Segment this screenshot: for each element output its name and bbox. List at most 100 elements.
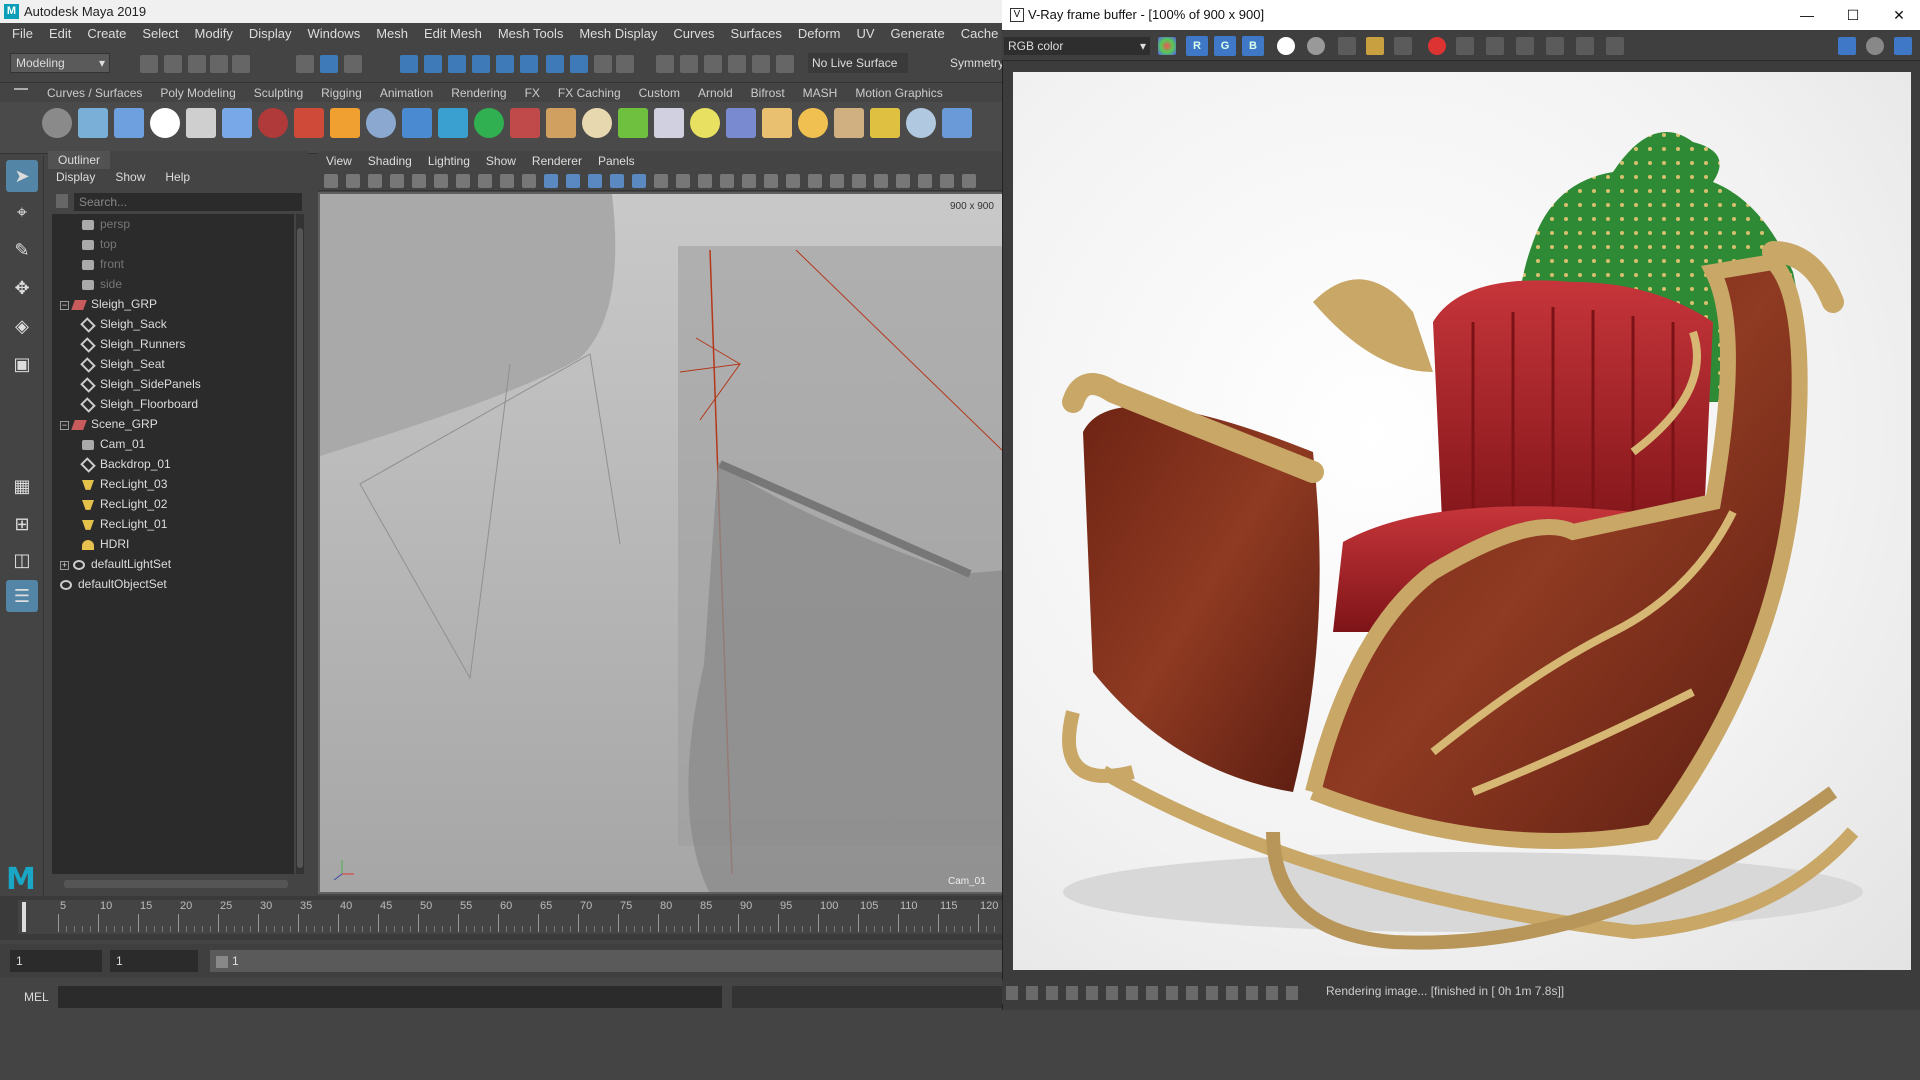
menu-surfaces[interactable]: Surfaces — [723, 26, 790, 41]
render-settings-icon[interactable] — [728, 55, 746, 73]
shelf-tool-20-icon[interactable] — [762, 108, 792, 138]
scale-tool-icon[interactable]: ▣ — [6, 348, 38, 380]
menu-mesh[interactable]: Mesh — [368, 26, 416, 41]
outliner-item-front[interactable]: front — [82, 254, 124, 274]
viewport-tool-3-icon[interactable] — [390, 174, 404, 188]
outliner-item-sleigh-sidepanels[interactable]: Sleigh_SidePanels — [80, 374, 201, 394]
mono-icon[interactable] — [1307, 37, 1325, 55]
shelf-tool-21-icon[interactable] — [798, 108, 828, 138]
viewport-tool-0-icon[interactable] — [324, 174, 338, 188]
outliner-menu-show[interactable]: Show — [115, 170, 145, 184]
viewport-tool-6-icon[interactable] — [456, 174, 470, 188]
paint-select-tool-icon[interactable]: ✎ — [6, 234, 38, 266]
outliner-item-sleigh-floorboard[interactable]: Sleigh_Floorboard — [80, 394, 198, 414]
outliner-item-defaultlightset[interactable]: + defaultLightSet — [60, 554, 171, 574]
outliner-item-side[interactable]: side — [82, 274, 122, 294]
outliner-item-sleigh-seat[interactable]: Sleigh_Seat — [80, 354, 165, 374]
shelf-tool-9-icon[interactable] — [366, 108, 396, 138]
shelf-tool-11-icon[interactable] — [438, 108, 468, 138]
select-tool-icon[interactable]: ➤ — [6, 160, 38, 192]
track-mouse-icon[interactable] — [1486, 37, 1504, 55]
shelf-tool-1-icon[interactable] — [78, 108, 108, 138]
viewport-tool-16-icon[interactable] — [676, 174, 690, 188]
outliner-search-input[interactable]: Search... — [74, 193, 302, 211]
shelf-tool-12-icon[interactable] — [474, 108, 504, 138]
shelf-menu-icon[interactable] — [14, 88, 28, 90]
minimize-icon[interactable]: — — [1784, 0, 1830, 30]
live-surface-field[interactable]: No Live Surface — [808, 53, 908, 73]
shelf-tab-sculpting[interactable]: Sculpting — [245, 84, 312, 102]
viewport-tool-15-icon[interactable] — [654, 174, 668, 188]
shelf-tool-16-icon[interactable] — [618, 108, 648, 138]
render-last-icon[interactable] — [1516, 37, 1534, 55]
viewport-tool-9-icon[interactable] — [522, 174, 536, 188]
lasso-tool-icon[interactable]: ⌖ — [6, 196, 38, 228]
menu-generate[interactable]: Generate — [883, 26, 953, 41]
menu-deform[interactable]: Deform — [790, 26, 849, 41]
close-icon[interactable]: ✕ — [1876, 0, 1920, 30]
outliner-layout-icon[interactable]: ☰ — [6, 580, 38, 612]
shelf-tool-5-icon[interactable] — [222, 108, 252, 138]
shelf-tab-rendering[interactable]: Rendering — [442, 84, 515, 102]
status-icons[interactable] — [1006, 986, 1306, 1000]
maximize-icon[interactable]: ☐ — [1830, 0, 1876, 30]
menu-uv[interactable]: UV — [848, 26, 882, 41]
clear-image-icon[interactable] — [1394, 37, 1412, 55]
start-time-field[interactable]: 1 — [10, 950, 102, 972]
expand-toggle-icon[interactable]: − — [60, 421, 69, 430]
shelf-tool-4-icon[interactable] — [186, 108, 216, 138]
shelf-tab-bifrost[interactable]: Bifrost — [742, 84, 794, 102]
two-view-layout-icon[interactable]: ◫ — [6, 544, 38, 576]
viewport-tool-11-icon[interactable] — [566, 174, 580, 188]
menu-select[interactable]: Select — [134, 26, 186, 41]
viewport-tool-24-icon[interactable] — [852, 174, 866, 188]
alpha-white-icon[interactable] — [1277, 37, 1295, 55]
stop-render-icon[interactable] — [1428, 37, 1446, 55]
stamp-icon[interactable] — [1606, 37, 1624, 55]
shelf-tab-mash[interactable]: MASH — [794, 84, 847, 102]
green-channel-toggle[interactable]: G — [1214, 36, 1236, 56]
menu-modify[interactable]: Modify — [187, 26, 241, 41]
viewport-tool-29-icon[interactable] — [962, 174, 976, 188]
render-frame-icon[interactable] — [680, 55, 698, 73]
render-setup-icon[interactable] — [776, 55, 794, 73]
lens-effects-icon[interactable] — [1546, 37, 1564, 55]
save-scene-icon[interactable] — [188, 55, 206, 73]
shelf-tool-10-icon[interactable] — [402, 108, 432, 138]
zoom-100-icon[interactable] — [1576, 37, 1594, 55]
viewport-tool-14-icon[interactable] — [632, 174, 646, 188]
shelf-tab-custom[interactable]: Custom — [630, 84, 689, 102]
viewport-menu-lighting[interactable]: Lighting — [420, 154, 478, 168]
save-image-icon[interactable] — [1338, 37, 1356, 55]
outliner-item-reclight-03[interactable]: RecLight_03 — [82, 474, 167, 494]
shelf-tool-17-icon[interactable] — [654, 108, 684, 138]
viewport-tool-12-icon[interactable] — [588, 174, 602, 188]
viewport-3d[interactable] — [318, 192, 1004, 894]
outliner-item-reclight-01[interactable]: RecLight_01 — [82, 514, 167, 534]
expand-toggle-icon[interactable]: − — [60, 301, 69, 310]
menu-curves[interactable]: Curves — [665, 26, 722, 41]
viewport-tool-1-icon[interactable] — [346, 174, 360, 188]
viewport-menu-panels[interactable]: Panels — [590, 154, 643, 168]
filter-icon[interactable] — [56, 194, 68, 208]
snap-distance-icon[interactable] — [520, 55, 538, 73]
lock-icon[interactable] — [594, 55, 612, 73]
ipr-render-icon[interactable] — [704, 55, 722, 73]
shelf-tool-0-icon[interactable] — [42, 108, 72, 138]
shelf-tab-poly-modeling[interactable]: Poly Modeling — [151, 84, 244, 102]
outliner-tab[interactable]: Outliner — [48, 151, 110, 169]
viewport-tool-23-icon[interactable] — [830, 174, 844, 188]
outliner-item-defaultobjectset[interactable]: defaultObjectSet — [60, 574, 167, 594]
current-time-marker[interactable] — [22, 902, 26, 932]
outliner-item-top[interactable]: top — [82, 234, 117, 254]
outliner-item-hdri[interactable]: HDRI — [82, 534, 129, 554]
rendered-image[interactable] — [1013, 72, 1911, 970]
shelf-tab-arnold[interactable]: Arnold — [689, 84, 742, 102]
viewport-tool-17-icon[interactable] — [698, 174, 712, 188]
outliner-scroll-thumb[interactable] — [297, 228, 303, 868]
viewport-tool-21-icon[interactable] — [786, 174, 800, 188]
shelf-tool-2-icon[interactable] — [114, 108, 144, 138]
viewport-tool-13-icon[interactable] — [610, 174, 624, 188]
menu-edit[interactable]: Edit — [41, 26, 79, 41]
shelf-tab-fx-caching[interactable]: FX Caching — [549, 84, 630, 102]
